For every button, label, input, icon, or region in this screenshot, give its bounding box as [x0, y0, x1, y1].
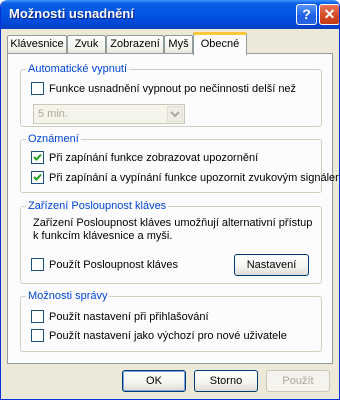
tab-display[interactable]: Zobrazení — [106, 35, 164, 53]
group-serialkeys-title: Zařízení Posloupnost kláves — [28, 200, 167, 212]
serialkeys-settings-button[interactable]: Nastavení — [234, 254, 309, 276]
dialog-window: Možnosti usnadnění ? ✕ Klávesnice Zvuk Z… — [0, 0, 340, 400]
chevron-down-icon[interactable] — [167, 106, 183, 122]
checkbox-box[interactable] — [31, 171, 44, 184]
auto-off-checkbox-box[interactable] — [31, 82, 44, 95]
apply-button[interactable]: Použít — [266, 370, 330, 392]
auto-off-time-value: 5 min. — [38, 108, 68, 120]
checkbox-box[interactable] — [31, 310, 44, 323]
serialkeys-checkbox[interactable]: Použít Posloupnost kláves — [31, 258, 178, 271]
checkbox-box[interactable] — [31, 329, 44, 342]
notify-warning-label: Při zapínání funkce zobrazovat upozorněn… — [49, 151, 259, 164]
serialkeys-description: Zařízení Posloupnost kláves umožňují alt… — [33, 217, 313, 243]
auto-off-checkbox-label: Funkce usnadnění vypnout po nečinnosti d… — [49, 82, 297, 95]
serialkeys-checkbox-label: Použít Posloupnost kláves — [49, 258, 179, 271]
auto-off-time-select[interactable]: 5 min. — [33, 104, 185, 124]
title-bar[interactable]: Možnosti usnadnění ? ✕ — [1, 0, 339, 29]
help-button[interactable]: ? — [296, 4, 317, 25]
checkmark-icon — [33, 153, 42, 161]
group-admin: Možnosti správy Použít nastavení při při… — [20, 290, 322, 352]
tab-mouse[interactable]: Myš — [164, 35, 193, 53]
checkbox-box[interactable] — [31, 151, 44, 164]
tab-general[interactable]: Obecné — [193, 32, 247, 55]
window-title: Možnosti usnadnění — [9, 6, 134, 21]
group-notify-title: Oznámení — [28, 133, 79, 145]
notify-sound-checkbox[interactable]: Při zapínání a vypínání funkce upozornit… — [31, 171, 340, 184]
checkbox-box[interactable] — [31, 258, 44, 271]
serialkeys-description-line1: Zařízení Posloupnost kláves umožňují alt… — [33, 217, 313, 229]
ok-button[interactable]: OK — [122, 370, 186, 392]
auto-off-checkbox[interactable]: Funkce usnadnění vypnout po nečinnosti d… — [31, 82, 296, 95]
tab-strip: Klávesnice Zvuk Zobrazení Myš Obecné — [7, 32, 337, 55]
group-serialkeys: Zařízení Posloupnost kláves Zařízení Pos… — [20, 200, 322, 284]
checkmark-icon — [33, 173, 42, 181]
admin-logon-label: Použít nastavení při přihlašování — [49, 310, 209, 323]
admin-logon-checkbox[interactable]: Použít nastavení při přihlašování — [31, 310, 209, 323]
admin-default-checkbox[interactable]: Použít nastavení jako výchozí pro nové u… — [31, 329, 287, 342]
group-admin-title: Možnosti správy — [28, 290, 108, 302]
group-auto-off: Automatické vypnutí Funkce usnadnění vyp… — [20, 63, 322, 127]
group-notify: Oznámení Při zapínání funkce zobrazovat … — [20, 133, 339, 193]
group-auto-off-title: Automatické vypnutí — [28, 63, 128, 75]
notify-warning-checkbox[interactable]: Při zapínání funkce zobrazovat upozorněn… — [31, 151, 258, 164]
cancel-button[interactable]: Storno — [194, 370, 258, 392]
tab-panel-general: Automatické vypnutí Funkce usnadnění vyp… — [7, 53, 339, 364]
serialkeys-description-line2: k funkcím klávesnice a myši. — [33, 230, 173, 242]
admin-default-label: Použít nastavení jako výchozí pro nové u… — [49, 329, 287, 342]
notify-sound-label: Při zapínání a vypínání funkce upozornit… — [49, 171, 340, 184]
close-button[interactable]: ✕ — [319, 4, 339, 25]
tab-sound[interactable]: Zvuk — [67, 35, 106, 53]
tab-keyboard[interactable]: Klávesnice — [7, 35, 67, 53]
